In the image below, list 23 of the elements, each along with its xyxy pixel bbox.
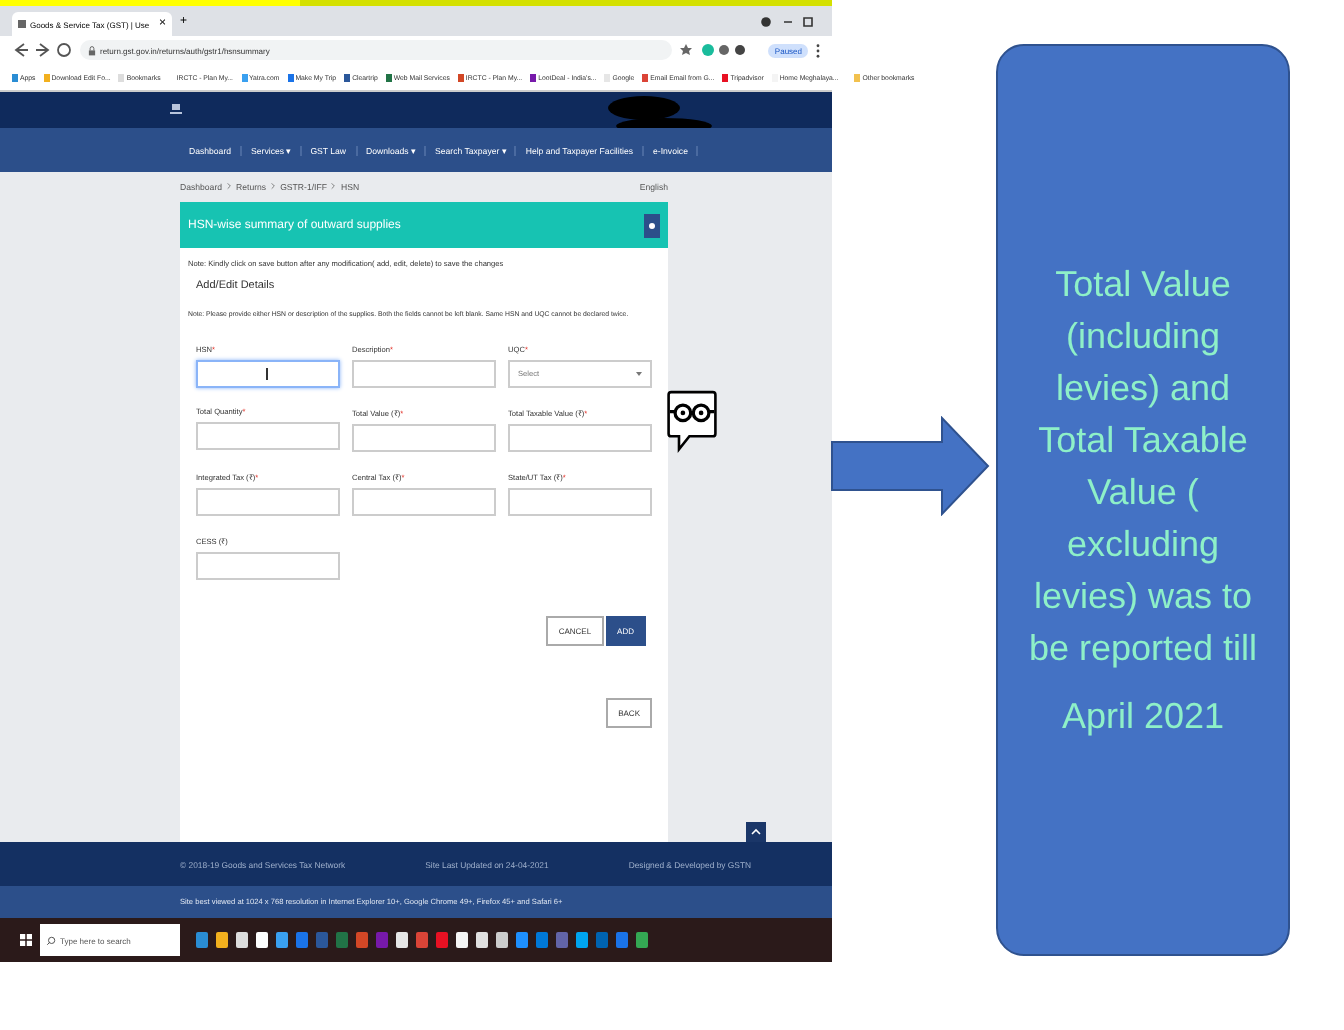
chevron-icon <box>330 182 337 190</box>
lock-icon <box>88 45 96 55</box>
windows-logo-icon[interactable] <box>20 934 32 946</box>
input-field[interactable] <box>508 424 652 452</box>
search-icon <box>46 935 56 945</box>
input-field[interactable] <box>196 552 340 580</box>
input-field[interactable] <box>352 360 496 388</box>
input-field[interactable] <box>508 488 652 516</box>
callout-text: Total Value (including levies) and Total Taxable Value ( excluding levies) was to be reported till <box>1026 261 1260 673</box>
emblem-icon <box>168 102 184 118</box>
caret-icon <box>636 372 642 376</box>
navigation-icon[interactable] <box>12 42 72 58</box>
input-field[interactable] <box>196 488 340 516</box>
scroll-top-button[interactable] <box>746 822 766 842</box>
help-icon[interactable] <box>644 213 660 237</box>
site-icon <box>18 20 26 28</box>
callout-date: April 2021 <box>1061 694 1225 741</box>
input-field[interactable] <box>196 360 340 388</box>
input-field[interactable] <box>196 422 340 450</box>
input-field[interactable] <box>352 488 496 516</box>
chevron-icon <box>226 182 233 190</box>
input-field[interactable] <box>352 424 496 452</box>
chevron-icon <box>270 182 277 190</box>
